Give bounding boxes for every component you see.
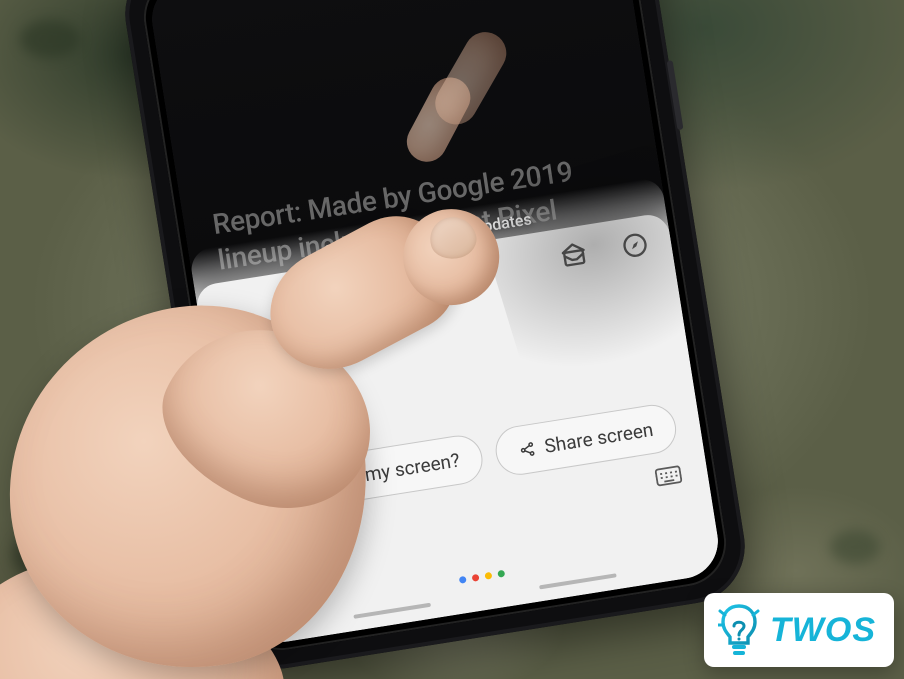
chip-whats-on-my-screen[interactable]: on my screen?: [313, 432, 487, 507]
watermark-text: TWOS: [770, 611, 876, 650]
share-icon: [518, 439, 539, 460]
assistant-bottom-sheet[interactable]: Swipe up to see your updates: [188, 177, 723, 648]
assistant-inbox-icon[interactable]: [558, 239, 590, 271]
google-assistant-logo-icon: [236, 370, 263, 397]
google-dots-icon: [459, 570, 506, 584]
lightbulb-idea-icon: [718, 603, 760, 657]
assistant-sheet-inner: on my screen? Share screen: [194, 212, 723, 647]
watermark-badge: TWOS: [704, 593, 894, 667]
explore-compass-icon[interactable]: [619, 229, 651, 261]
phone: Report: Made by Google 2019 lineup inclu…: [117, 0, 753, 677]
chip-label: Share screen: [543, 418, 655, 458]
keyboard-icon[interactable]: [654, 463, 683, 489]
phone-screen: Report: Made by Google 2019 lineup inclu…: [147, 0, 724, 647]
pond-leaf: [12, 525, 102, 585]
chip-label: on my screen?: [337, 449, 461, 491]
pond-leaf: [830, 530, 880, 564]
photo-scene: Report: Made by Google 2019 lineup inclu…: [0, 0, 904, 679]
chip-share-screenshot[interactable]: Share screen: [492, 402, 679, 479]
pond-leaf: [20, 20, 80, 58]
suggestion-chip-row: on my screen? Share screen: [247, 402, 679, 518]
